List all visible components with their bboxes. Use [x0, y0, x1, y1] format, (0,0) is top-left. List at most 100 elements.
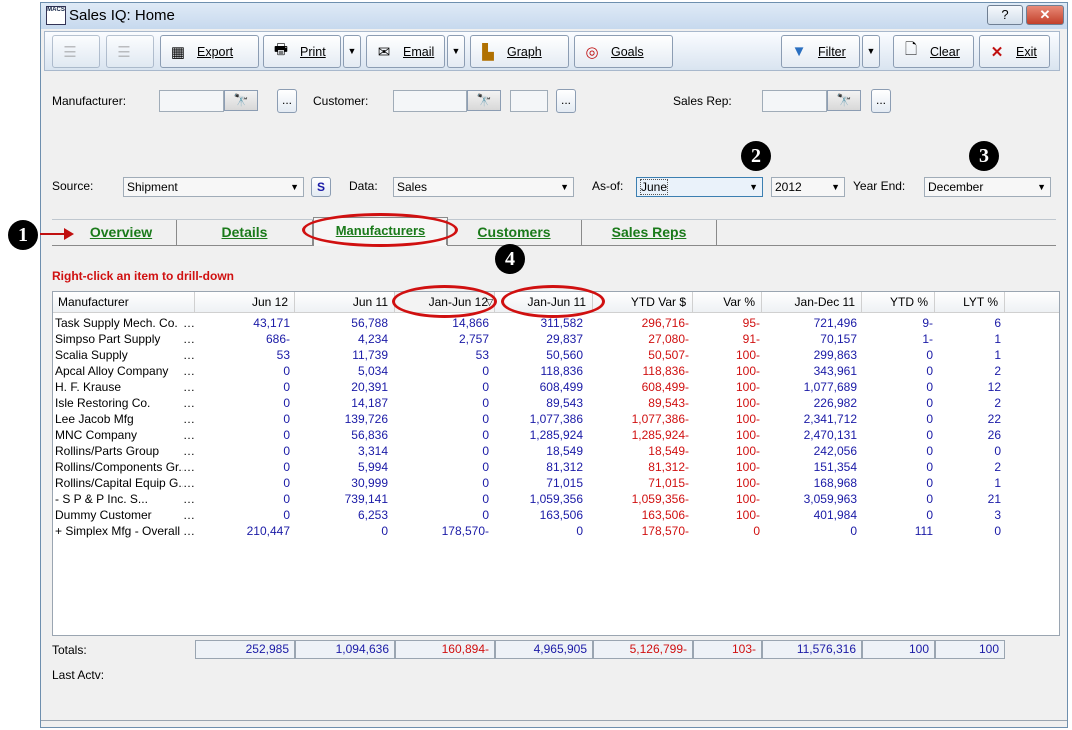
filter-button[interactable]: ▼ Filter — [781, 35, 860, 68]
print-button[interactable]: 🖶 Print — [263, 35, 341, 68]
highlight-manufacturers-tab — [302, 213, 458, 247]
table-cell: 2 — [994, 396, 1001, 410]
year-end-label: Year End: — [853, 179, 906, 193]
chevron-down-icon: ▼ — [749, 182, 758, 192]
as-of-label: As-of: — [592, 179, 624, 193]
table-cell: 0 — [283, 492, 290, 506]
table-cell: 3 — [994, 508, 1001, 522]
table-cell: 100- — [735, 492, 760, 506]
table-cell: 100- — [735, 444, 760, 458]
row-drill-icon[interactable]: … — [183, 315, 195, 331]
row-drill-icon[interactable]: … — [183, 347, 195, 363]
table-cell: 95- — [742, 316, 760, 330]
table-cell: 0 — [482, 364, 489, 378]
row-drill-icon[interactable]: … — [183, 379, 195, 395]
table-cell: 0 — [482, 476, 489, 490]
window-close-button[interactable]: ✕ — [1026, 5, 1064, 25]
filter-dropdown[interactable]: ▼ — [862, 35, 880, 68]
manufacturer-search-button[interactable]: 🔭 — [224, 90, 258, 111]
row-drill-icon[interactable]: … — [183, 523, 195, 539]
tab-separator — [716, 220, 717, 245]
print-dropdown[interactable]: ▼ — [343, 35, 361, 68]
manufacturer-name-cell: Scalia Supply — [55, 348, 128, 362]
customer-input[interactable] — [393, 90, 467, 112]
row-drill-icon[interactable]: … — [183, 443, 195, 459]
column-header[interactable]: YTD % — [862, 292, 935, 312]
status-divider — [41, 720, 1067, 721]
table-cell: 0 — [482, 492, 489, 506]
table-cell: 26 — [987, 428, 1001, 442]
row-drill-icon[interactable]: … — [183, 507, 195, 523]
sales-rep-ellipsis-button[interactable]: ... — [871, 89, 891, 113]
table-cell: 29,837 — [546, 332, 583, 346]
column-header[interactable]: LYT % — [935, 292, 1005, 312]
table-cell: 739,141 — [344, 492, 388, 506]
table-cell: 91- — [742, 332, 760, 346]
back-button[interactable]: ☰ — [52, 35, 100, 68]
table-cell: 1 — [994, 348, 1001, 362]
goals-button[interactable]: ◎ Goals — [574, 35, 673, 68]
manufacturer-name-cell: Simpso Part Supply — [55, 332, 161, 346]
clear-button[interactable]: 🗋 Clear — [893, 35, 974, 68]
source-select[interactable]: Shipment ▼ — [123, 177, 304, 197]
graph-button[interactable]: ▙ Graph — [470, 35, 569, 68]
table-cell: 5,994 — [357, 460, 388, 474]
table-cell: 2 — [994, 364, 1001, 378]
table-cell: 0 — [482, 412, 489, 426]
column-header[interactable]: YTD Var $ — [593, 292, 693, 312]
callout-1: 1 — [8, 220, 38, 250]
column-header[interactable]: Jan-Dec 11 — [762, 292, 862, 312]
total-cell: 160,894- — [395, 640, 495, 659]
sales-rep-search-button[interactable]: 🔭 — [827, 90, 861, 111]
row-drill-icon[interactable]: … — [183, 331, 195, 347]
year-end-select[interactable]: December ▼ — [924, 177, 1051, 197]
customer-ship-to-input[interactable] — [510, 90, 548, 112]
tab-details[interactable]: Details — [177, 220, 312, 245]
tab-sales-reps[interactable]: Sales Reps — [582, 220, 716, 245]
row-drill-icon[interactable]: … — [183, 427, 195, 443]
envelope-icon: ✉ — [377, 43, 391, 61]
app-logo-icon: MACS — [46, 6, 66, 25]
table-cell: 210,447 — [246, 524, 290, 538]
manufacturer-input[interactable] — [159, 90, 224, 112]
table-cell: 0 — [994, 444, 1001, 458]
column-header[interactable]: Jun 11 — [295, 292, 395, 312]
as-of-month-select[interactable]: June ▼ — [636, 177, 763, 197]
manufacturer-ellipsis-button[interactable]: ... — [277, 89, 297, 113]
row-drill-icon[interactable]: … — [183, 475, 195, 491]
row-drill-icon[interactable]: … — [183, 395, 195, 411]
table-cell: 0 — [482, 380, 489, 394]
table-cell: 14,187 — [351, 396, 388, 410]
table-cell: 100- — [735, 412, 760, 426]
chevron-down-icon: ▼ — [451, 46, 461, 56]
table-cell: 139,726 — [344, 412, 388, 426]
row-drill-icon[interactable]: … — [183, 411, 195, 427]
source-s-button[interactable]: S — [311, 177, 331, 197]
row-drill-icon[interactable]: … — [183, 459, 195, 475]
email-button[interactable]: ✉ Email — [366, 35, 445, 68]
table-cell: 1,285,924 — [529, 428, 583, 442]
forward-button[interactable]: ☰ — [106, 35, 154, 68]
table-cell: 0 — [482, 396, 489, 410]
row-drill-icon[interactable]: … — [183, 491, 195, 507]
tab-overview[interactable]: Overview — [66, 220, 176, 245]
totals-label: Totals: — [52, 643, 87, 657]
customer-search-button[interactable]: 🔭 — [467, 90, 501, 111]
row-drill-icon[interactable]: … — [183, 363, 195, 379]
table-cell: 0 — [283, 380, 290, 394]
sales-rep-input[interactable] — [762, 90, 827, 112]
column-header[interactable]: Manufacturer — [53, 292, 195, 312]
table-cell: 56,836 — [351, 428, 388, 442]
column-header[interactable]: Jun 12 — [195, 292, 295, 312]
data-select[interactable]: Sales ▼ — [393, 177, 574, 197]
table-cell: 0 — [283, 396, 290, 410]
exit-button[interactable]: ✕ Exit — [979, 35, 1050, 68]
tab-customers[interactable]: Customers — [447, 220, 581, 245]
as-of-year-select[interactable]: 2012 ▼ — [771, 177, 845, 197]
export-button[interactable]: ▦ Export — [160, 35, 259, 68]
customer-ellipsis-button[interactable]: ... — [556, 89, 576, 113]
column-header[interactable]: Var % — [693, 292, 762, 312]
email-dropdown[interactable]: ▼ — [447, 35, 465, 68]
help-button[interactable]: ? — [987, 5, 1023, 25]
highlight-jan-jun-11-column — [501, 285, 605, 318]
